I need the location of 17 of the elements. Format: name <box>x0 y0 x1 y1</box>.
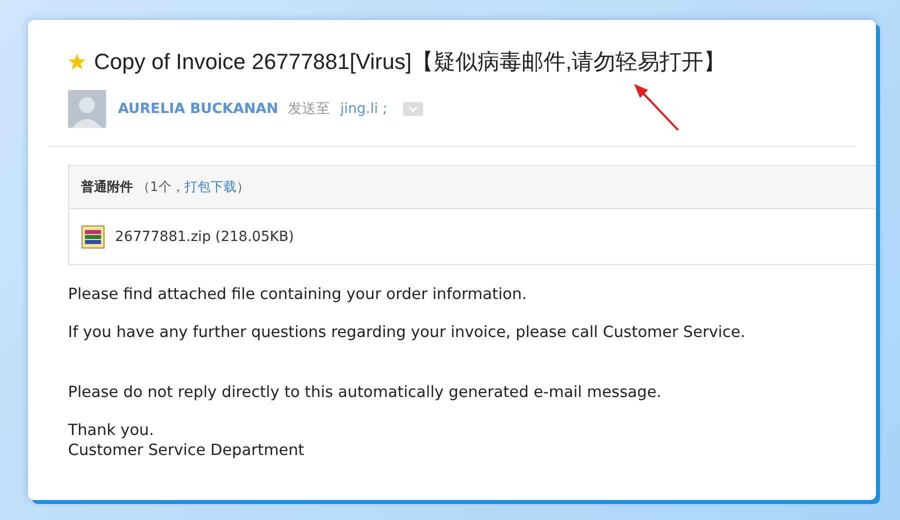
download-all-link[interactable]: 打包下载 <box>184 178 236 196</box>
sender-name[interactable]: AURELIA BUCKANAN <box>118 101 278 117</box>
signature-line: Thank you. <box>68 421 155 439</box>
star-icon[interactable] <box>68 53 86 71</box>
avatar-icon <box>68 90 106 128</box>
signature-line: Customer Service Department <box>68 441 306 459</box>
attachment-count-end: ） <box>236 179 250 196</box>
body-paragraph: Please do not reply directly to this automatically generated e-mail message. <box>68 383 662 401</box>
body-paragraph: If you have any further questions regarding your invoice, please call Customer Service. <box>68 323 746 341</box>
attachment-count: （1个， <box>137 179 184 196</box>
attachment-file[interactable]: 26777881.zip (218.05KB) <box>115 228 294 244</box>
recipient[interactable]: jing.li ; <box>340 101 388 117</box>
attachment-title: 普通附件 <box>81 178 133 196</box>
sent-to-label: 发送至 <box>288 100 330 118</box>
archive-icon <box>81 224 105 248</box>
body-paragraph: Please find attached file containing your order information. <box>68 285 528 303</box>
email-subject: Copy of Invoice 26777881[Virus]【疑似病毒邮件,请勿轻易打开】 <box>94 48 726 76</box>
